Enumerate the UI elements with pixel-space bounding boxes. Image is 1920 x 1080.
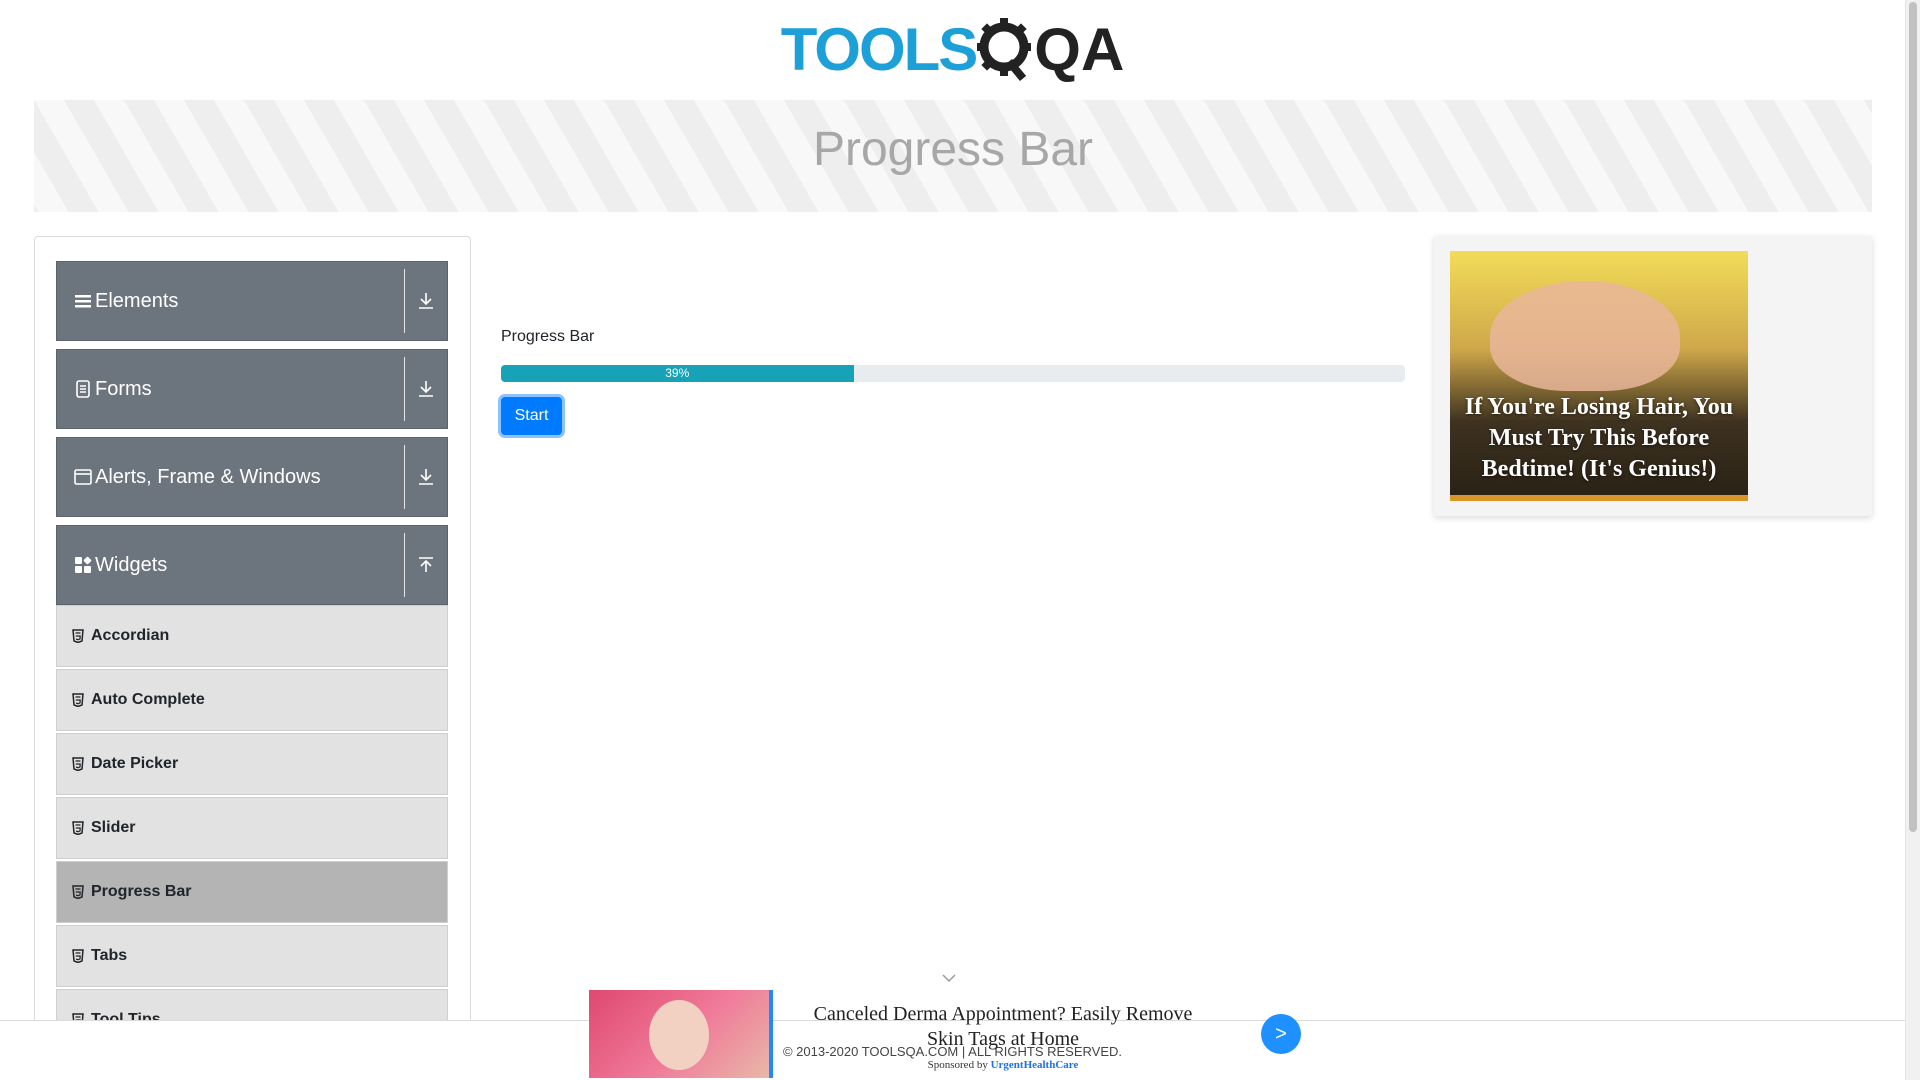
bottom-sticky-ad[interactable]: Canceled Derma Appointment? Easily Remov… xyxy=(589,974,1302,1080)
start-button[interactable]: Start xyxy=(501,397,562,435)
sidebar-group-forms[interactable]: Forms xyxy=(56,349,448,429)
page-title: Progress Bar xyxy=(812,123,1094,176)
sidebar-item-label: Tabs xyxy=(91,947,128,964)
menu-icon xyxy=(75,295,91,308)
left-sidebar: Elements Forms Alerts, Frame & Windows W… xyxy=(34,236,471,1080)
sidebar-item-label: Progress Bar xyxy=(91,883,192,900)
chevron-down-icon[interactable] xyxy=(941,973,957,983)
sidebar-item-date-picker[interactable]: Date Picker xyxy=(56,733,448,795)
gear-icon xyxy=(977,18,1032,81)
download-icon[interactable] xyxy=(405,380,447,398)
html5-icon xyxy=(72,629,84,643)
ad-thumbnail[interactable] xyxy=(589,990,773,1078)
sidebar-group-label: Alerts, Frame & Windows xyxy=(95,465,321,488)
sidebar-item-progress-bar[interactable]: Progress Bar xyxy=(56,861,448,923)
html5-icon xyxy=(72,757,84,771)
html5-icon xyxy=(72,821,84,835)
scrollbar-thumb[interactable] xyxy=(1909,2,1917,832)
ad-headline[interactable]: Canceled Derma Appointment? Easily Remov… xyxy=(793,1002,1213,1052)
html5-icon xyxy=(72,949,84,963)
sidebar-item-tabs[interactable]: Tabs xyxy=(56,925,448,987)
ad-illustration xyxy=(649,1000,709,1070)
html5-icon xyxy=(72,693,84,707)
sidebar-group-widgets[interactable]: Widgets xyxy=(56,525,448,605)
sidebar-item-slider[interactable]: Slider xyxy=(56,797,448,859)
sponsor-prefix: Sponsored by xyxy=(927,1059,988,1071)
sidebar-item-auto-complete[interactable]: Auto Complete xyxy=(56,669,448,731)
site-header: TOOLS QA xyxy=(0,0,1905,100)
sidebar-group-label: Forms xyxy=(95,377,152,400)
html5-icon xyxy=(72,885,84,899)
download-icon[interactable] xyxy=(405,292,447,310)
sidebar-item-accordian[interactable]: Accordian xyxy=(56,605,448,667)
sidebar-group-label: Elements xyxy=(95,289,179,312)
right-advertisement[interactable]: If You're Losing Hair, You Must Try This… xyxy=(1434,236,1872,516)
progress-bar-heading: Progress Bar xyxy=(501,328,595,345)
logo-qa-text: QA xyxy=(1034,16,1125,83)
sidebar-item-label: Date Picker xyxy=(91,755,179,772)
upload-icon[interactable] xyxy=(405,556,447,574)
ad-image-card[interactable]: If You're Losing Hair, You Must Try This… xyxy=(1450,251,1748,501)
ad-headline: If You're Losing Hair, You Must Try This… xyxy=(1464,394,1734,482)
logo-tools-text: TOOLS xyxy=(780,16,979,83)
page-banner: Progress Bar xyxy=(34,100,1872,212)
sidebar-group-elements[interactable]: Elements xyxy=(56,261,448,341)
widgets-icon xyxy=(75,556,92,573)
window-icon xyxy=(74,469,92,485)
progress-bar: 39% xyxy=(501,365,1405,382)
ad-sponsor: Sponsored by UrgentHealthCare xyxy=(793,1059,1213,1071)
sponsor-brand[interactable]: UrgentHealthCare xyxy=(991,1059,1079,1071)
sidebar-item-label: Accordian xyxy=(91,627,170,644)
sidebar-item-label: Slider xyxy=(91,819,136,836)
progress-bar-fill: 39% xyxy=(501,365,854,382)
ad-illustration xyxy=(1490,281,1680,391)
sidebar-group-alerts[interactable]: Alerts, Frame & Windows xyxy=(56,437,448,517)
toolsqa-logo[interactable]: TOOLS QA xyxy=(780,10,1125,90)
ad-go-button[interactable]: > xyxy=(1261,1014,1301,1054)
document-icon xyxy=(76,380,90,398)
sidebar-group-label: Widgets xyxy=(95,553,168,576)
page-scrollbar[interactable] xyxy=(1905,0,1920,1080)
sidebar-item-label: Auto Complete xyxy=(91,691,205,708)
download-icon[interactable] xyxy=(405,468,447,486)
